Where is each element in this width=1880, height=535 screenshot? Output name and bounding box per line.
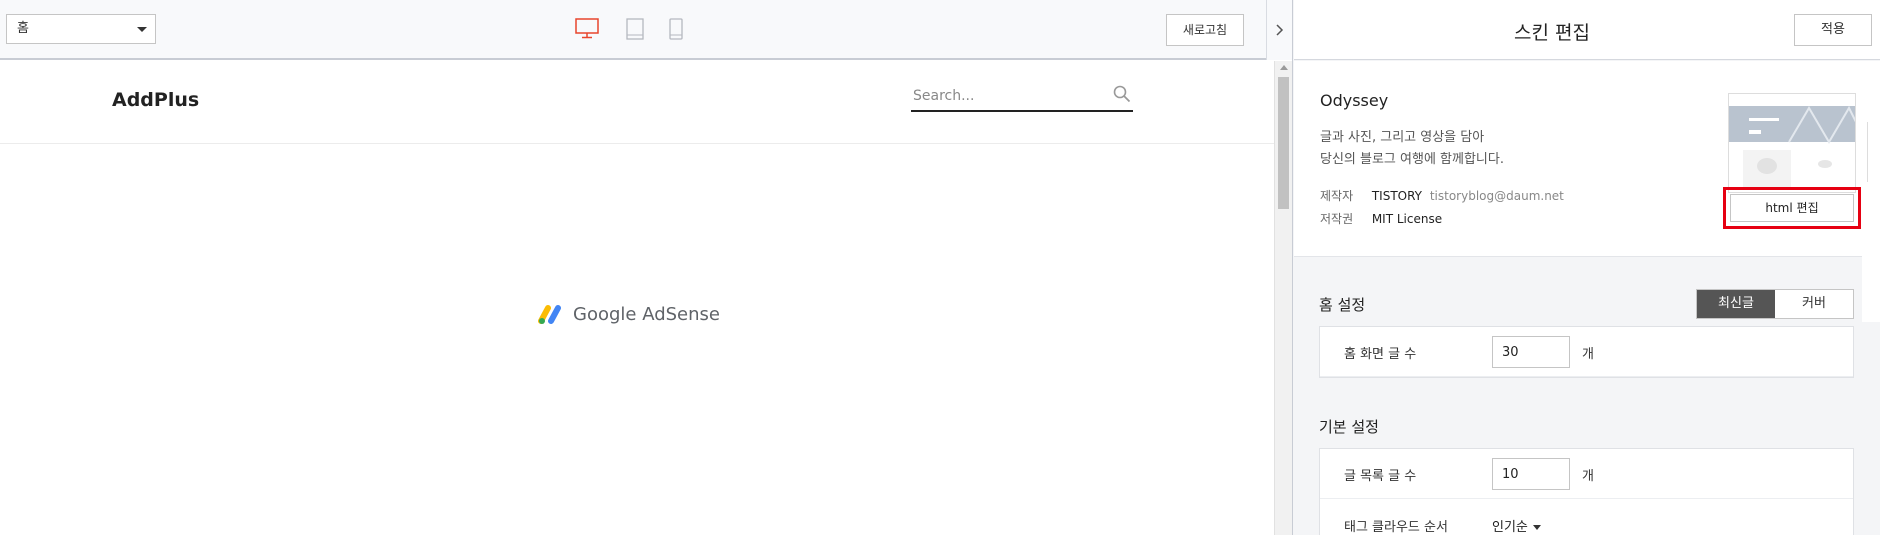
adsense-text: Google AdSense [573, 303, 720, 325]
home-post-count-input[interactable] [1492, 336, 1570, 368]
mobile-view-icon[interactable] [669, 18, 683, 44]
desktop-view-icon[interactable] [575, 18, 599, 44]
basic-settings-title: 기본 설정 [1319, 418, 1379, 436]
preview-pane: 홈 새로고침 AddPlus Search... Google AdSense [0, 0, 1292, 535]
adsense-logo-icon [538, 305, 561, 324]
list-count-unit: 개 [1582, 469, 1594, 484]
collapse-toggle[interactable] [1266, 0, 1292, 60]
skin-description: 글과 사진, 그리고 영상을 담아 당신의 블로그 여행에 함께합니다. [1320, 127, 1504, 171]
home-mode-toggle: 최신글 커버 [1696, 289, 1854, 319]
chevron-right-icon [1276, 24, 1284, 36]
license-value: MIT License [1371, 212, 1443, 226]
basic-settings-box: 글 목록 글 수 개 태그 클라우드 순서 인기순 [1319, 448, 1854, 535]
tag-cloud-select[interactable]: 인기순 [1492, 516, 1541, 535]
skin-license-row: 저작권 MIT License [1320, 210, 1442, 227]
author-label: 제작자 [1320, 189, 1354, 203]
search-icon[interactable] [1113, 85, 1131, 103]
preview-scrollbar[interactable] [1274, 61, 1292, 535]
tag-cloud-value: 인기순 [1492, 520, 1528, 535]
editor-scrollbar[interactable] [1862, 122, 1880, 322]
app: 홈 새로고침 AddPlus Search... Google AdSense … [0, 0, 1880, 535]
tag-cloud-row: 태그 클라우드 순서 인기순 [1320, 500, 1853, 535]
list-count-label: 글 목록 글 수 [1344, 469, 1417, 484]
adsense-placeholder: Google AdSense [537, 301, 720, 327]
editor-scroll-thumb[interactable] [1867, 122, 1879, 182]
refresh-button[interactable]: 새로고침 [1166, 14, 1244, 46]
blog-header: AddPlus [0, 61, 1274, 144]
home-settings-box: 홈 화면 글 수 개 [1319, 326, 1854, 378]
author-value: TISTORY [1371, 189, 1422, 203]
seg-latest-button[interactable]: 최신글 [1697, 290, 1775, 318]
search-input[interactable] [913, 85, 1103, 107]
blog-preview: AddPlus Google AdSense [0, 61, 1274, 535]
html-edit-highlight: html 편집 [1723, 187, 1861, 229]
skin-thumbnail [1728, 93, 1856, 193]
seg-cover-button[interactable]: 커버 [1775, 290, 1853, 318]
editor-header: 스킨 편집 적용 [1294, 0, 1880, 60]
skin-info-card: Odyssey 글과 사진, 그리고 영상을 담아 당신의 블로그 여행에 함께… [1294, 61, 1880, 322]
skin-editor-pane: 스킨 편집 적용 Odyssey 글과 사진, 그리고 영상을 담아 당신의 블… [1292, 0, 1880, 535]
home-post-count-label: 홈 화면 글 수 [1344, 347, 1417, 362]
blog-search [911, 83, 1133, 112]
chevron-down-icon [1532, 525, 1541, 530]
skin-desc-line2: 당신의 블로그 여행에 함께합니다. [1320, 152, 1504, 167]
skin-author-row: 제작자 TISTORY tistoryblog@daum.net [1320, 187, 1564, 204]
page-select-value: 홈 [17, 21, 29, 36]
scroll-up-arrow-icon[interactable] [1280, 65, 1288, 70]
preview-toolbar: 홈 새로고침 [0, 0, 1292, 60]
html-edit-button[interactable]: html 편집 [1730, 194, 1854, 222]
list-count-input[interactable] [1492, 458, 1570, 490]
home-settings-title: 홈 설정 [1319, 296, 1366, 314]
scroll-thumb[interactable] [1278, 77, 1289, 209]
chevron-down-icon [137, 27, 147, 32]
blog-logo[interactable]: AddPlus [112, 89, 199, 111]
skin-desc-line1: 글과 사진, 그리고 영상을 담아 [1320, 130, 1485, 145]
page-title: 스킨 편집 [1514, 22, 1590, 44]
apply-button[interactable]: 적용 [1794, 14, 1872, 46]
tablet-view-icon[interactable] [626, 18, 644, 44]
author-email: tistoryblog@daum.net [1429, 189, 1564, 203]
license-label: 저작권 [1320, 212, 1354, 226]
home-post-count-row: 홈 화면 글 수 개 [1320, 327, 1853, 377]
home-post-count-unit: 개 [1582, 347, 1594, 362]
tag-cloud-label: 태그 클라우드 순서 [1344, 520, 1448, 535]
page-select[interactable]: 홈 [6, 14, 156, 44]
skin-name: Odyssey [1320, 91, 1389, 110]
list-count-row: 글 목록 글 수 개 [1320, 449, 1853, 499]
